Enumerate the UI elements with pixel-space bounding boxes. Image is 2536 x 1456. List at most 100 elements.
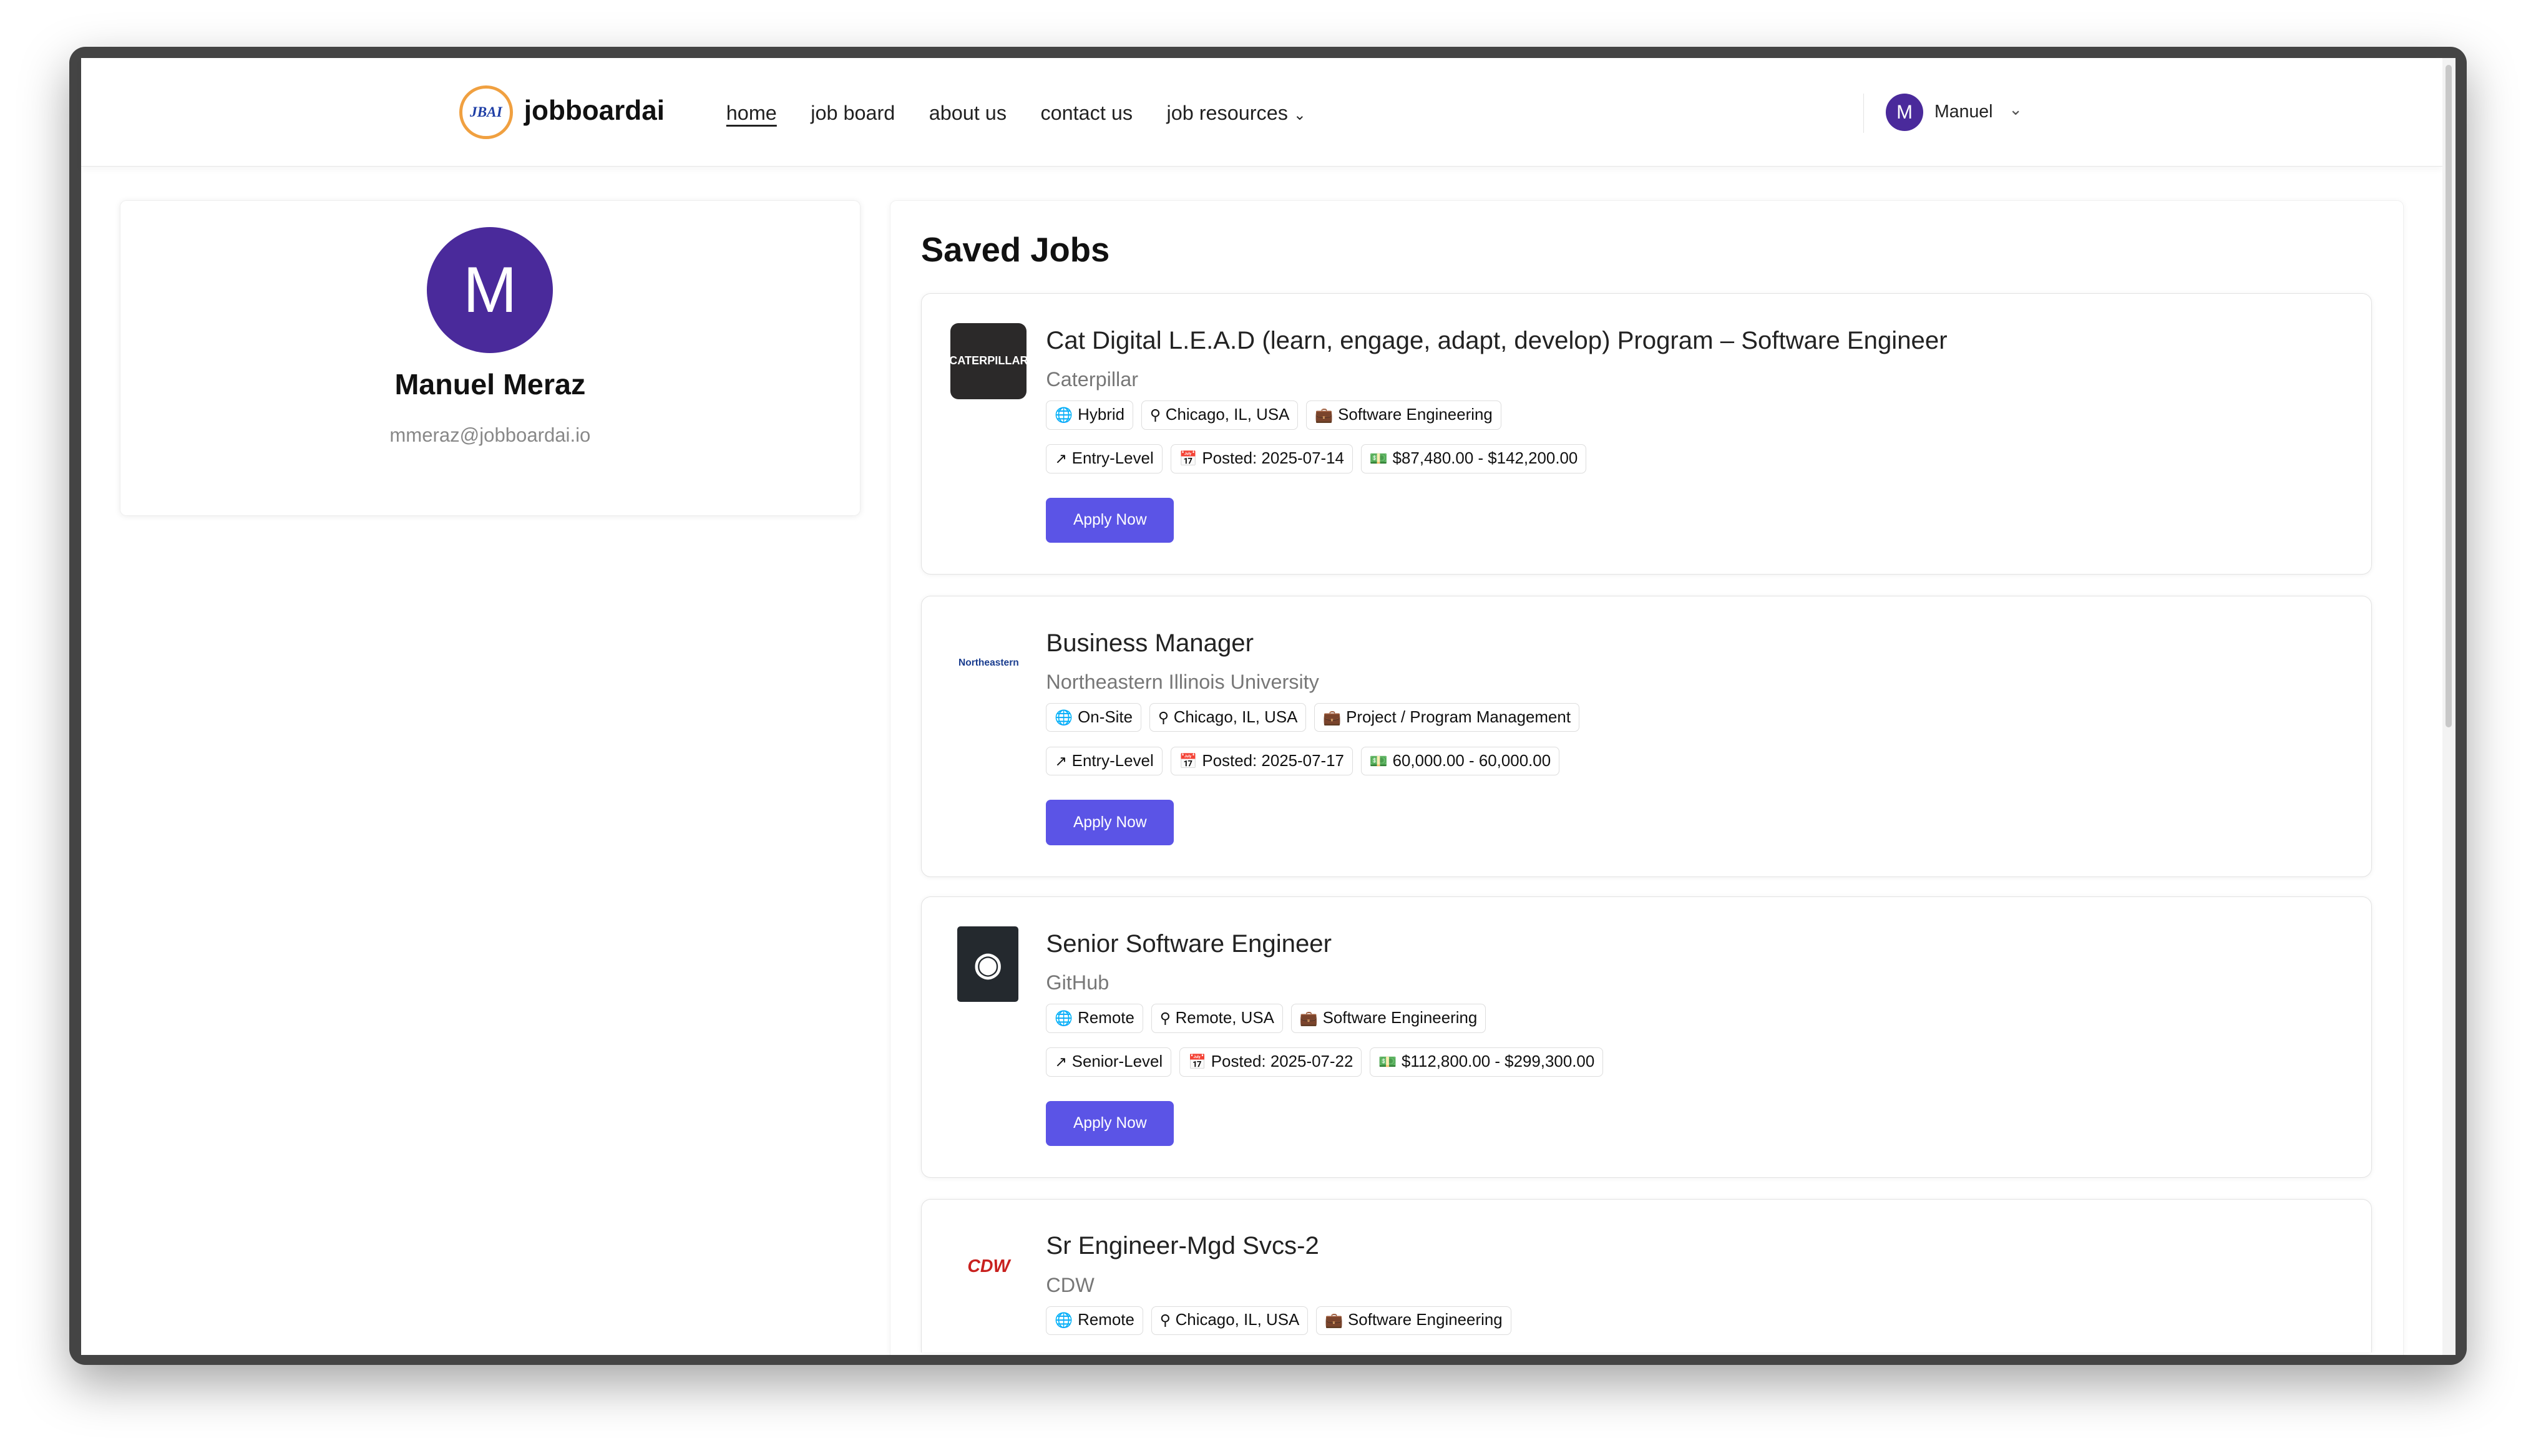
apply-now-button[interactable]: Apply Now bbox=[1046, 800, 1174, 845]
work-mode-tag-text: Remote bbox=[1078, 1311, 1134, 1329]
salary-tag: 💵 $87,480.00 - $142,200.00 bbox=[1360, 444, 1587, 473]
saved-jobs-panel: Saved Jobs CATERPILLAR Cat Digital L.E.A… bbox=[889, 200, 2404, 1356]
company-name: CDW bbox=[1046, 1273, 1095, 1296]
top-navbar: JBAI jobboardai home job board about us … bbox=[80, 58, 2442, 167]
salary-icon: 💵 bbox=[1378, 1053, 1397, 1070]
posted-date-tag-text: Posted: 2025-07-14 bbox=[1202, 449, 1344, 467]
work-mode-icon: 🌐 bbox=[1055, 709, 1073, 726]
category-icon: 💼 bbox=[1323, 709, 1342, 726]
level-icon: ↗ bbox=[1055, 450, 1067, 467]
level-icon: ↗ bbox=[1055, 1053, 1067, 1070]
salary-icon: 💵 bbox=[1369, 450, 1388, 467]
job-title[interactable]: Sr Engineer-Mgd Svcs-2 bbox=[1046, 1231, 1319, 1260]
work-mode-tag-text: Hybrid bbox=[1078, 405, 1125, 424]
salary-icon: 💵 bbox=[1369, 752, 1388, 769]
nav-job-resources[interactable]: job resources ⌄ bbox=[1167, 102, 1306, 125]
salary-tag-text: $87,480.00 - $142,200.00 bbox=[1392, 449, 1578, 467]
posted-date-tag: 📅 Posted: 2025-07-17 bbox=[1170, 746, 1353, 776]
screenshot-stage: JBAI jobboardai home job board about us … bbox=[0, 0, 2536, 1456]
salary-tag-text: 60,000.00 - 60,000.00 bbox=[1392, 752, 1551, 770]
category-tag-text: Software Engineering bbox=[1322, 1009, 1478, 1027]
work-mode-icon: 🌐 bbox=[1055, 1312, 1073, 1329]
posted-date-icon: 📅 bbox=[1179, 450, 1197, 467]
main-nav: home job board about us contact us job r… bbox=[726, 102, 1306, 125]
salary-tag-text: $112,800.00 - $299,300.00 bbox=[1402, 1052, 1595, 1070]
category-tag-text: Software Engineering bbox=[1347, 1311, 1503, 1329]
scrollbar-thumb[interactable] bbox=[2446, 64, 2452, 728]
job-card: ◉ Senior Software Engineer GitHub 🌐 Remot… bbox=[920, 896, 2372, 1178]
work-mode-tag: 🌐 Remote bbox=[1046, 1306, 1143, 1336]
company-logo-text: Northeastern bbox=[958, 658, 1019, 669]
company-logo: Northeastern bbox=[950, 625, 1027, 702]
job-tags-row: 🌐 Remote ⚲ Chicago, IL, USA 💼 Software Engine… bbox=[1046, 1306, 1511, 1336]
location-tag-text: Remote, USA bbox=[1175, 1009, 1274, 1027]
profile-card: M Manuel Meraz mmeraz@jobboardai.io bbox=[119, 200, 861, 516]
nav-job-board[interactable]: job board bbox=[811, 102, 895, 125]
company-name: GitHub bbox=[1046, 971, 1110, 994]
location-icon: ⚲ bbox=[1159, 1312, 1171, 1329]
jbai-logo[interactable]: JBAI bbox=[459, 85, 513, 139]
nav-job-resources-label: job resources bbox=[1166, 102, 1288, 125]
work-mode-tag: 🌐 Hybrid bbox=[1046, 400, 1133, 430]
posted-date-icon: 📅 bbox=[1188, 1053, 1207, 1070]
location-tag: ⚲ Chicago, IL, USA bbox=[1141, 400, 1299, 430]
apply-now-button[interactable]: Apply Now bbox=[1046, 497, 1174, 543]
job-title[interactable]: Senior Software Engineer bbox=[1046, 929, 1332, 958]
browser-window: JBAI jobboardai home job board about us … bbox=[80, 58, 2456, 1356]
profile-email: mmeraz@jobboardai.io bbox=[389, 424, 591, 446]
location-icon: ⚲ bbox=[1158, 709, 1169, 726]
company-logo-text: CDW bbox=[967, 1256, 1010, 1276]
brand-name[interactable]: jobboardai bbox=[524, 95, 665, 127]
location-tag: ⚲ Chicago, IL, USA bbox=[1149, 702, 1307, 732]
company-logo-text: CATERPILLAR bbox=[949, 354, 1028, 367]
divider bbox=[1863, 94, 1864, 133]
profile-avatar: M bbox=[427, 226, 554, 354]
job-meta-row: ↗ Entry-Level 📅 Posted: 2025-07-17 💵 60,000.0… bbox=[1046, 746, 1560, 776]
category-tag: 💼 Software Engineering bbox=[1306, 400, 1501, 430]
company-logo: CDW bbox=[950, 1228, 1027, 1305]
job-meta-row: ↗ Senior-Level 📅 Posted: 2025-07-22 💵 $112,80… bbox=[1046, 1047, 1604, 1077]
location-tag-text: Chicago, IL, USA bbox=[1175, 1311, 1300, 1329]
user-avatar[interactable]: M bbox=[1886, 94, 1923, 131]
nav-home[interactable]: home bbox=[726, 102, 777, 125]
nav-contact-us[interactable]: contact us bbox=[1040, 102, 1133, 125]
posted-date-tag-text: Posted: 2025-07-22 bbox=[1211, 1052, 1353, 1070]
scrollbar[interactable] bbox=[2442, 58, 2456, 1356]
location-tag-text: Chicago, IL, USA bbox=[1173, 708, 1298, 726]
level-tag: ↗ Entry-Level bbox=[1046, 444, 1163, 473]
job-tags-row: 🌐 Hybrid ⚲ Chicago, IL, USA 💼 Software Engine… bbox=[1046, 400, 1501, 430]
nav-about-us[interactable]: about us bbox=[929, 102, 1007, 125]
salary-tag: 💵 60,000.00 - 60,000.00 bbox=[1360, 746, 1560, 776]
work-mode-tag: 🌐 Remote bbox=[1046, 1004, 1143, 1033]
apply-now-button[interactable]: Apply Now bbox=[1046, 1100, 1174, 1147]
category-icon: 💼 bbox=[1299, 1009, 1318, 1026]
category-tag: 💼 Project / Program Management bbox=[1314, 702, 1579, 732]
level-tag-text: Senior-Level bbox=[1071, 1052, 1163, 1070]
user-menu-name[interactable]: Manuel bbox=[1934, 102, 1992, 122]
level-tag-text: Entry-Level bbox=[1071, 752, 1154, 770]
category-tag: 💼 Software Engineering bbox=[1316, 1306, 1511, 1336]
location-icon: ⚲ bbox=[1159, 1009, 1171, 1026]
chevron-down-icon: ⌄ bbox=[1293, 107, 1306, 124]
job-title[interactable]: Business Manager bbox=[1046, 629, 1254, 658]
job-title[interactable]: Cat Digital L.E.A.D (learn, engage, adap… bbox=[1046, 326, 1947, 355]
work-mode-tag-text: Remote bbox=[1078, 1009, 1134, 1027]
company-logo: CATERPILLAR bbox=[949, 323, 1028, 399]
job-card: CDW Sr Engineer-Mgd Svcs-2 CDW 🌐 Remote ⚲ C… bbox=[920, 1198, 2372, 1352]
posted-date-tag: 📅 Posted: 2025-07-22 bbox=[1179, 1047, 1362, 1077]
work-mode-tag-text: On-Site bbox=[1078, 708, 1133, 726]
level-tag: ↗ Entry-Level bbox=[1046, 746, 1163, 776]
location-icon: ⚲ bbox=[1149, 406, 1161, 423]
work-mode-tag: 🌐 On-Site bbox=[1046, 702, 1141, 732]
posted-date-tag-text: Posted: 2025-07-17 bbox=[1202, 752, 1344, 770]
chevron-down-icon[interactable]: ⌄ bbox=[2009, 100, 2022, 119]
salary-tag: 💵 $112,800.00 - $299,300.00 bbox=[1370, 1047, 1604, 1077]
page-title: Saved Jobs bbox=[920, 231, 1110, 269]
company-logo: ◉ bbox=[957, 926, 1019, 1002]
posted-date-tag: 📅 Posted: 2025-07-14 bbox=[1170, 444, 1353, 473]
location-tag: ⚲ Remote, USA bbox=[1151, 1004, 1283, 1033]
github-octocat-icon: ◉ bbox=[973, 945, 1002, 982]
company-name: Northeastern Illinois University bbox=[1046, 671, 1319, 694]
job-tags-row: 🌐 On-Site ⚲ Chicago, IL, USA 💼 Project / Prog… bbox=[1046, 702, 1579, 732]
category-icon: 💼 bbox=[1315, 406, 1334, 423]
